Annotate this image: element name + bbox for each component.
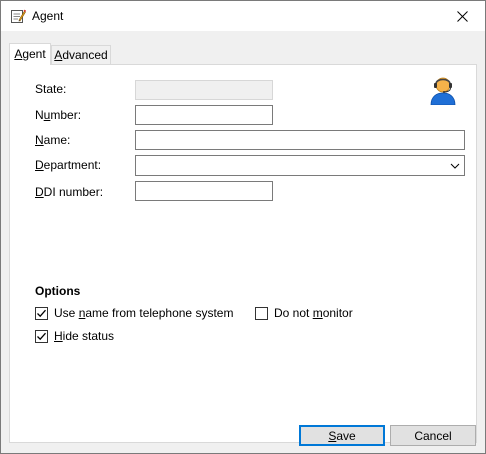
name-field[interactable] <box>135 130 465 150</box>
chevron-down-icon <box>450 163 460 169</box>
hide-status-label: Hide status <box>54 329 114 343</box>
use-name-label: Use name from telephone system <box>54 306 233 320</box>
options-heading: Options <box>35 284 81 298</box>
cancel-button[interactable]: Cancel <box>390 425 476 446</box>
window-title: Agent <box>32 9 64 23</box>
number-label: Number: <box>35 108 81 122</box>
checkmark-icon <box>37 332 46 340</box>
number-input[interactable] <box>136 106 272 124</box>
tab-agent[interactable]: Agent <box>9 43 51 65</box>
save-button-label: ave <box>336 428 356 443</box>
use-name-checkbox-row[interactable]: Use name from telephone system <box>35 306 233 320</box>
state-label: State: <box>35 82 67 96</box>
number-label-pre: N <box>35 108 44 122</box>
name-label-mnemonic: N <box>35 133 44 147</box>
name-input[interactable] <box>136 131 464 149</box>
do-not-monitor-label: Do not monitor <box>274 306 353 320</box>
do-not-monitor-label-mnemonic: m <box>312 306 323 320</box>
tab-control: Agent Advanced State: Number: Name: Depa… <box>1 31 485 443</box>
ddi-label-mnemonic: D <box>35 185 44 199</box>
name-label-post: ame: <box>43 133 71 147</box>
agent-tab-panel: State: Number: Name: Department: DDI num… <box>9 64 477 443</box>
title-bar: Agent <box>1 1 485 31</box>
state-field <box>135 80 273 100</box>
use-name-checkbox[interactable] <box>35 306 48 320</box>
ddi-number-label: DDI number: <box>35 185 103 199</box>
agent-headset-icon <box>430 77 456 105</box>
hide-status-checkbox-row[interactable]: Hide status <box>35 329 114 343</box>
name-label: Name: <box>35 133 70 147</box>
close-icon <box>456 10 468 22</box>
do-not-monitor-checkbox[interactable] <box>255 306 268 320</box>
notepad-pencil-icon <box>11 9 26 23</box>
cancel-button-label: Cancel <box>414 428 452 443</box>
ddi-label-post: DI number: <box>43 185 104 199</box>
do-not-monitor-checkbox-row[interactable]: Do not monitor <box>255 306 353 320</box>
use-name-label-post: ame from telephone system <box>85 306 234 320</box>
save-button-mnemonic: S <box>328 428 337 443</box>
number-label-post: mber: <box>50 108 82 122</box>
do-not-monitor-label-pre: Do not <box>274 306 313 320</box>
tab-advanced[interactable]: Advanced <box>51 45 111 65</box>
number-field[interactable] <box>135 105 273 125</box>
do-not-monitor-label-post: onitor <box>322 306 353 320</box>
ddi-number-input[interactable] <box>136 182 272 200</box>
tab-agent-label: gent <box>22 47 46 61</box>
hide-status-checkbox[interactable] <box>35 329 48 343</box>
ddi-number-field[interactable] <box>135 181 273 201</box>
checkmark-icon <box>37 309 46 317</box>
hide-status-label-mnemonic: H <box>54 329 63 343</box>
department-dropdown[interactable] <box>135 155 465 176</box>
state-input <box>136 81 272 99</box>
close-button[interactable] <box>439 1 485 31</box>
department-label-post: epartment: <box>43 158 102 172</box>
department-label-mnemonic: D <box>35 158 44 172</box>
use-name-label-pre: Use <box>54 306 79 320</box>
tab-advanced-label: dvanced <box>62 48 108 62</box>
department-label: Department: <box>35 158 101 172</box>
hide-status-label-post: ide status <box>62 329 115 343</box>
agent-dialog-window: Agent Agent Advanced State: Number: Name… <box>0 0 486 454</box>
save-button[interactable]: Save <box>299 425 385 446</box>
